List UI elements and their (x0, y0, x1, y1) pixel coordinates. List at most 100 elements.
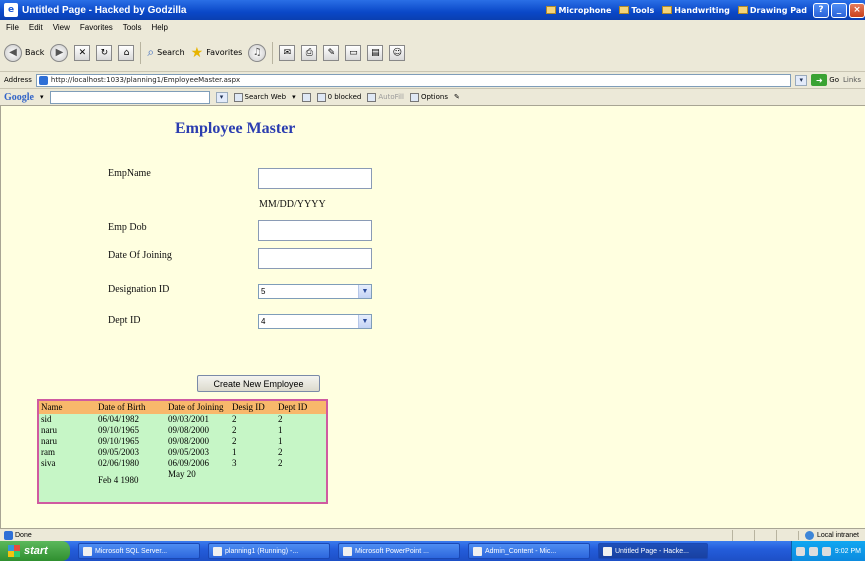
refresh-icon[interactable]: ↻ (96, 44, 113, 61)
address-input[interactable]: http://localhost:1033/planning1/Employee… (35, 73, 792, 87)
popup-blocked-icon (316, 92, 326, 102)
date-of-joining-input[interactable] (258, 248, 372, 269)
cell-name: ram (38, 447, 96, 458)
window-titlebar: e Untitled Page - Hacked by Godzilla Mic… (0, 0, 865, 20)
mail-icon[interactable]: ✉ (279, 44, 296, 61)
help-button[interactable]: ? (813, 2, 829, 18)
cell-desig: 2 (230, 425, 276, 436)
google-toolbar: Google ▾ ▾ Search Web ▾ 0 blocked AutoFi… (0, 89, 865, 106)
go-button[interactable]: ➜ Go (811, 74, 839, 86)
cell-doj: 09/05/2003 (166, 447, 230, 458)
menu-favorites[interactable]: Favorites (80, 23, 113, 32)
security-zone: Local intranet (797, 530, 865, 540)
address-dropdown-icon[interactable]: ▾ (795, 74, 808, 86)
media-icon[interactable]: ♫ (248, 43, 267, 62)
pagerank-icon[interactable] (301, 92, 311, 102)
visual-studio-icon (213, 546, 222, 556)
taskbar-powerpoint[interactable]: Microsoft PowerPoint ... (338, 543, 460, 559)
status-pane (753, 529, 776, 541)
toolbar-separator (140, 41, 142, 64)
start-button[interactable]: start (0, 541, 70, 561)
search-button[interactable]: ⌕ Search (147, 45, 184, 60)
table-row: naru 09/10/1965 09/08/2000 2 1 (38, 425, 327, 436)
cell-dept: 2 (276, 447, 327, 458)
menu-edit[interactable]: Edit (29, 23, 43, 32)
links-label[interactable]: Links (843, 76, 861, 84)
cell-dept: 1 (276, 436, 327, 447)
cell-name (38, 469, 96, 503)
options-button[interactable]: Options (409, 92, 448, 102)
cell-doj: 09/03/2001 (166, 414, 230, 425)
google-options-dropdown-icon[interactable]: ▾ (292, 93, 296, 101)
create-new-employee-button[interactable]: Create New Employee (197, 375, 320, 392)
cell-desig: 2 (230, 436, 276, 447)
menu-file[interactable]: File (6, 23, 19, 32)
tools-button[interactable]: Tools (619, 6, 654, 15)
clock[interactable]: 9:02 PM (835, 548, 861, 555)
cell-dept: 1 (276, 425, 327, 436)
menu-view[interactable]: View (53, 23, 70, 32)
edit-icon[interactable]: ✎ (323, 44, 340, 61)
emp-name-input[interactable] (258, 168, 372, 189)
cell-desig: 1 (230, 447, 276, 458)
google-search-input[interactable] (49, 90, 210, 104)
table-row: sid 06/04/1982 09/03/2001 2 2 (38, 414, 327, 425)
google-dropdown-icon[interactable]: ▾ (215, 91, 228, 103)
grid-header-dept-id: Dept ID (276, 400, 327, 414)
tray-icon[interactable] (821, 546, 831, 556)
stop-icon[interactable]: ✕ (74, 44, 91, 61)
forward-button[interactable]: ▶ (50, 43, 69, 62)
taskbar-planning1[interactable]: planning1 (Running) -... (208, 543, 330, 559)
taskbar-untitled-page[interactable]: Untitled Page - Hacke... (598, 543, 708, 559)
taskbar-admin-content[interactable]: Admin_Content - Mic... (468, 543, 590, 559)
menu-bar: File Edit View Favorites Tools Help (0, 20, 865, 34)
drawing-pad-button[interactable]: Drawing Pad (737, 6, 807, 15)
folder-icon[interactable]: ▭ (345, 44, 362, 61)
standard-toolbar: ◀ Back ▶ ✕ ↻ ⌂ ⌕ Search ★ Favorites ♫ ✉ … (0, 34, 865, 72)
designation-id-select[interactable]: 5 ▼ (258, 284, 372, 299)
popup-blocker-button[interactable]: 0 blocked (316, 92, 361, 102)
handwriting-button[interactable]: Handwriting (662, 6, 730, 15)
cell-name: sid (38, 414, 96, 425)
menu-help[interactable]: Help (151, 23, 167, 32)
tray-icon[interactable] (808, 546, 818, 556)
print-icon[interactable]: ⎙ (301, 44, 318, 61)
messenger-icon[interactable]: ☺ (389, 44, 406, 61)
tray-icon[interactable] (795, 546, 805, 556)
research-icon[interactable]: ▤ (367, 44, 384, 61)
ie-app-icon: e (4, 3, 18, 17)
taskbar-sql-server[interactable]: Microsoft SQL Server... (78, 543, 200, 559)
designation-id-label: Designation ID (108, 284, 170, 295)
favorites-button[interactable]: ★ Favorites (191, 45, 243, 61)
minimize-button[interactable]: _ (831, 2, 847, 18)
menu-tools[interactable]: Tools (123, 23, 142, 32)
search-web-button[interactable]: Search Web (233, 92, 286, 102)
search-web-icon (233, 92, 243, 102)
emp-name-label: EmpName (108, 168, 151, 179)
autofill-button[interactable]: AutoFill (367, 92, 404, 102)
cell-dept: 2 (276, 414, 327, 425)
chevron-down-icon: ▼ (358, 315, 371, 328)
home-icon[interactable]: ⌂ (118, 44, 135, 61)
close-button[interactable]: × (849, 2, 865, 18)
search-icon: ⌕ (147, 45, 155, 59)
cell-dob: 09/10/1965 (96, 436, 166, 447)
page-content: Employee Master EmpName MM/DD/YYYY Emp D… (0, 106, 865, 528)
taskbar: start Microsoft SQL Server... planning1 … (0, 541, 865, 561)
dept-id-value: 4 (261, 317, 266, 326)
done-page-icon (4, 530, 13, 540)
chevron-down-icon: ▼ (358, 285, 371, 298)
cell-dob: 06/04/1982 (96, 414, 166, 425)
cell-name: naru (38, 425, 96, 436)
back-button[interactable]: ◀ Back (4, 43, 44, 62)
emp-dob-input[interactable] (258, 220, 372, 241)
microphone-button[interactable]: Microphone (546, 6, 611, 15)
google-menu-icon[interactable]: ▾ (40, 93, 44, 101)
dept-id-select[interactable]: 4 ▼ (258, 314, 372, 329)
table-row: Feb 4 1980 May 20 (38, 469, 327, 503)
google-logo[interactable]: Google (4, 92, 34, 103)
windows-logo-icon (8, 545, 20, 557)
pencil-icon[interactable]: ✎ (454, 93, 460, 101)
options-icon (409, 92, 419, 102)
back-arrow-icon: ◀ (4, 43, 22, 62)
